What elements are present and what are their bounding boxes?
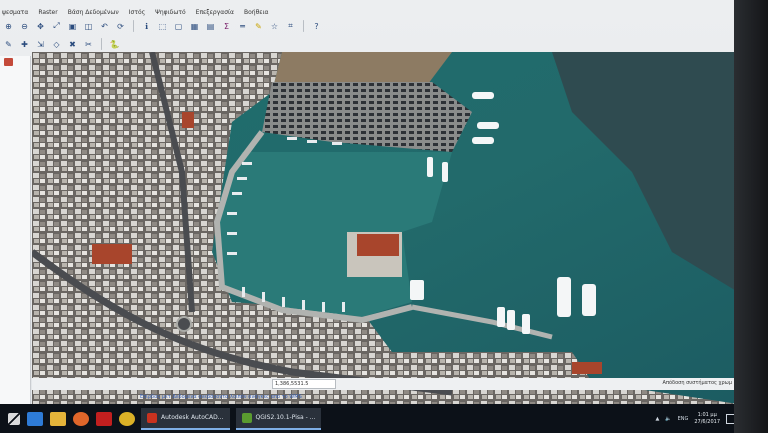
qgis-icon [241, 412, 252, 423]
menu-item-database[interactable]: Βάση Δεδομένων [68, 9, 119, 16]
field-calc-icon[interactable]: ▤ [204, 20, 217, 32]
zoom-out-icon[interactable]: ⊖ [18, 20, 31, 32]
clock-time: 1:01 μμ [697, 411, 717, 418]
qgis-window: ψεσματα Raster Βάση Δεδομένων Ιστός Ψηφι… [0, 0, 768, 433]
menu-item-raster[interactable]: Raster [38, 9, 57, 16]
cut-icon[interactable]: ✂ [82, 38, 95, 50]
pan-icon[interactable]: ✥ [34, 20, 47, 32]
help-icon[interactable]: ? [310, 20, 323, 32]
acrobat-icon[interactable] [96, 411, 112, 426]
toolbar-separator [133, 20, 134, 32]
zoom-selection-icon[interactable]: ◫ [82, 20, 95, 32]
volume-icon[interactable]: 🔈 [665, 416, 671, 422]
red-roof-house [182, 112, 194, 128]
red-roof-house [572, 362, 602, 374]
taskbar-app-label: Autodesk AutoCAD... [161, 414, 224, 421]
roundabout [176, 316, 192, 332]
tips-icon[interactable]: ☆ [268, 20, 281, 32]
status-bar: 1,386,5531.5 [32, 378, 738, 390]
clock[interactable]: 1:01 μμ 27/6/2017 [694, 412, 720, 426]
monitor-bezel [734, 0, 768, 433]
menu-item-processing[interactable]: Επεξεργασία [196, 9, 234, 16]
toolbar-separator [101, 38, 102, 50]
taskbar-app-label: QGIS2.10.1-Pisa - ... [255, 414, 316, 421]
coordinate-readout[interactable]: 1,386,5531.5 [272, 379, 336, 389]
node-tool-icon[interactable]: ◇ [50, 38, 63, 50]
delete-icon[interactable]: ✖ [66, 38, 79, 50]
identify-icon[interactable]: ℹ [140, 20, 153, 32]
select-icon[interactable]: ⬚ [156, 20, 169, 32]
deselect-icon[interactable]: ▢ [172, 20, 185, 32]
menu-item-mosaic[interactable]: Ψηφιδωτό [155, 9, 186, 16]
windows-start-icon[interactable] [8, 412, 20, 425]
clock-date: 27/6/2017 [694, 418, 720, 425]
add-feature-icon[interactable]: ✚ [18, 38, 31, 50]
firefox-icon[interactable] [73, 411, 89, 426]
network-icon[interactable]: ▲ [655, 416, 659, 422]
map-info-link[interactable]: Επίρδας μετ Δεδομένα ανεβάνοντα λοιπόν α… [140, 394, 302, 400]
digitizing-toolbar: ✎ ✚ ⇲ ◇ ✖ ✂ 🐍 [0, 36, 742, 52]
render-checkbox-label[interactable]: Απόδοση συστήματος χρωμ [663, 380, 732, 386]
taskbar-app-qgis[interactable]: QGIS2.10.1-Pisa - ... [235, 407, 322, 430]
sum-icon[interactable]: Σ [220, 20, 233, 32]
red-roof-house [92, 244, 132, 264]
zoom-last-icon[interactable]: ↶ [98, 20, 111, 32]
autocad-icon [147, 412, 157, 423]
map-navigation-toolbar: ⊕ ⊖ ✥ ⤢ ▣ ◫ ↶ ⟳ ℹ ⬚ ▢ ▦ ▤ Σ ═ ✎ ☆ ⌗ ? [0, 18, 742, 34]
layer-raster-icon[interactable] [4, 58, 13, 66]
layers-panel [0, 56, 31, 408]
edit-pencil-icon[interactable]: ✎ [2, 38, 15, 50]
label-icon[interactable]: ⌗ [284, 20, 297, 32]
red-roof-building [357, 234, 399, 256]
zoom-in-icon[interactable]: ⊕ [2, 20, 15, 32]
annotation-icon[interactable]: ✎ [252, 20, 265, 32]
zoom-full-icon[interactable]: ⤢ [50, 20, 63, 32]
menu-bar: ψεσματα Raster Βάση Δεδομένων Ιστός Ψηφι… [0, 6, 742, 18]
menu-item-help[interactable]: Βοήθεια [244, 9, 269, 16]
file-explorer-icon[interactable] [50, 411, 66, 426]
zoom-layer-icon[interactable]: ▣ [66, 20, 79, 32]
system-tray: ▲ 🔈 ENG 1:01 μμ 27/6/2017 [655, 404, 736, 433]
menu-item-web[interactable]: Ιστός [129, 9, 145, 16]
aerial-imagery [32, 52, 738, 404]
refresh-icon[interactable]: ⟳ [114, 20, 127, 32]
move-feature-icon[interactable]: ⇲ [34, 38, 47, 50]
toolbar-separator [303, 20, 304, 32]
windows-taskbar: Autodesk AutoCAD... QGIS2.10.1-Pisa - ..… [0, 404, 740, 433]
taskbar-app-autocad[interactable]: Autodesk AutoCAD... [141, 407, 230, 430]
menu-item-layers[interactable]: ψεσματα [2, 9, 28, 16]
language-indicator[interactable]: ENG [678, 416, 689, 422]
map-canvas[interactable] [32, 52, 738, 404]
chrome-icon[interactable] [119, 411, 135, 426]
python-icon[interactable]: 🐍 [108, 38, 121, 50]
edge-browser-icon[interactable] [27, 411, 43, 426]
attribute-table-icon[interactable]: ▦ [188, 20, 201, 32]
measure-icon[interactable]: ═ [236, 20, 249, 32]
